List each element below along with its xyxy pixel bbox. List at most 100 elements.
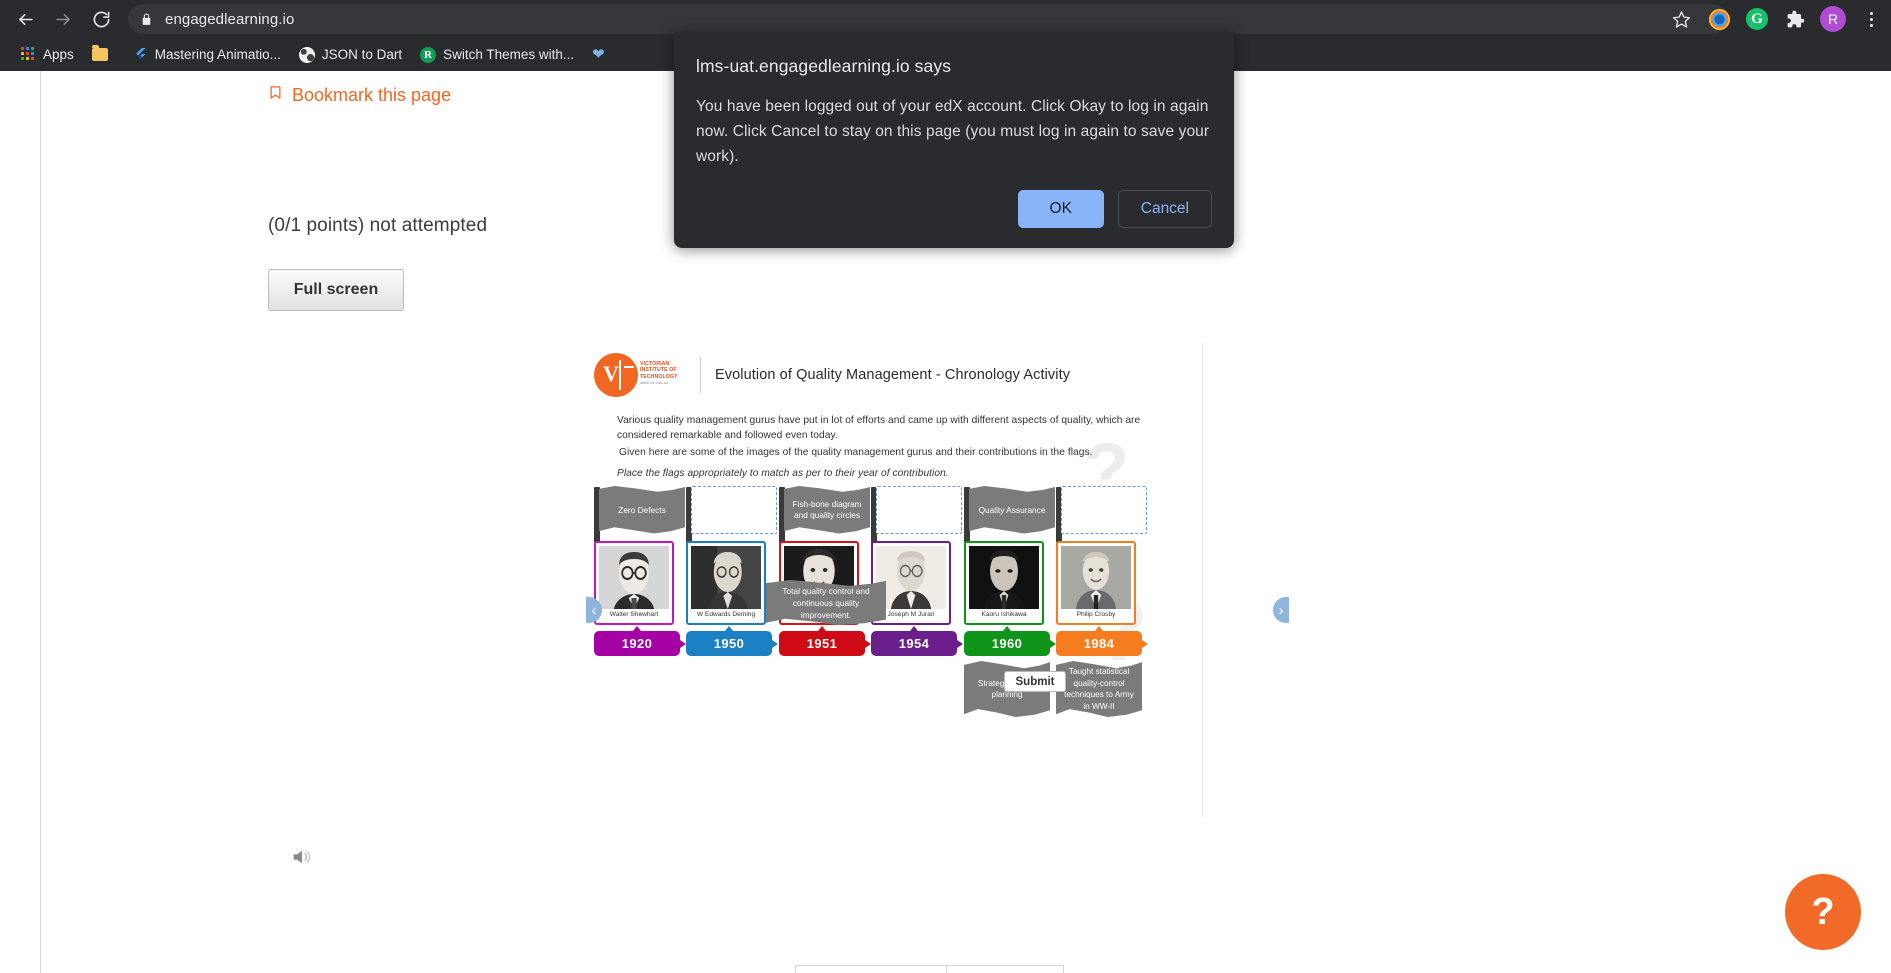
avatar[interactable]: R bbox=[1819, 5, 1847, 33]
year-badge-1920[interactable]: 1920 bbox=[594, 626, 686, 656]
navigation-buttons bbox=[0, 2, 118, 36]
chevron-left-icon: ‹ bbox=[591, 601, 597, 619]
year-label: 1984 bbox=[1083, 636, 1115, 651]
r-circle-icon: R bbox=[420, 46, 437, 63]
answer-flag-taught-statistical[interactable]: Taught statistical quality-control techn… bbox=[1056, 661, 1142, 717]
guru-card-kaoru-ishikawa[interactable]: Kaoru Ishikawa bbox=[964, 541, 1044, 625]
help-question-mark-icon: ? bbox=[1811, 890, 1835, 933]
guru-portrait bbox=[969, 546, 1039, 609]
lock-icon bbox=[140, 13, 153, 26]
guru-name: W Edwards Deming bbox=[696, 611, 756, 618]
speaker-icon[interactable] bbox=[288, 846, 314, 873]
dialog-title: lms-uat.engagedlearning.io says bbox=[696, 56, 952, 76]
flag-slot-3[interactable]: Fish-bone diagram and quality circles bbox=[779, 486, 871, 544]
vit-logo: V bbox=[594, 353, 638, 397]
heart-icon: ❤ bbox=[592, 46, 605, 63]
vit-logo-line: www.vit.edu.au bbox=[640, 380, 669, 386]
carousel-next-arrow[interactable]: › bbox=[1273, 597, 1289, 623]
bookmark-label: Switch Themes with... bbox=[443, 47, 575, 62]
guru-name: Kaoru Ishikawa bbox=[981, 611, 1027, 618]
submit-button[interactable]: Submit bbox=[1004, 671, 1066, 692]
bookmark-label: Mastering Animatio... bbox=[154, 47, 281, 62]
year-label: 1951 bbox=[806, 636, 838, 651]
flag-slot-4-dropzone[interactable] bbox=[871, 486, 963, 544]
dialog-actions: OK Cancel bbox=[1017, 190, 1212, 228]
puzzle-piece-icon[interactable] bbox=[1781, 5, 1809, 33]
guru-portrait bbox=[876, 546, 946, 609]
full-screen-button[interactable]: Full screen bbox=[268, 269, 404, 311]
flag-text: Zero Defects bbox=[599, 486, 685, 534]
answer-flags-row: Strategic quality planning Taught statis… bbox=[594, 661, 1194, 721]
flag-text[interactable] bbox=[1061, 486, 1147, 534]
guru-card-walter-shewhart[interactable]: Walter Shewhart bbox=[594, 541, 674, 625]
flag-slot-2-dropzone[interactable] bbox=[686, 486, 778, 544]
guru-card-w-edwards-deming[interactable]: W Edwards Deming bbox=[686, 541, 766, 625]
kebab-menu-icon[interactable] bbox=[1857, 5, 1885, 33]
star-icon[interactable] bbox=[1667, 5, 1695, 33]
reload-icon[interactable] bbox=[84, 2, 118, 36]
guru-name: Joseph M Juran bbox=[887, 611, 935, 618]
year-label: 1920 bbox=[621, 636, 653, 651]
flag-text: Fish-bone diagram and quality circles bbox=[784, 486, 870, 534]
flag-slot-6-dropzone[interactable] bbox=[1056, 486, 1148, 544]
bookmark-flag-icon bbox=[268, 83, 283, 107]
activity-instruction: Place the flags appropriately to match a… bbox=[617, 468, 949, 479]
flag-text[interactable] bbox=[691, 486, 777, 534]
back-arrow-icon[interactable] bbox=[8, 2, 42, 36]
year-badge-1951[interactable]: 1951 bbox=[779, 626, 871, 656]
guru-name: Walter Shewhart bbox=[609, 611, 659, 618]
help-button[interactable]: ? bbox=[1785, 874, 1861, 950]
content-left-divider bbox=[40, 71, 41, 973]
activity-iframe: ? ? ? V VICTORIAN INSTITUTE OF TECHNOLOG… bbox=[586, 343, 1202, 817]
submit-label: Submit bbox=[1015, 675, 1055, 688]
forward-arrow-icon[interactable] bbox=[46, 2, 80, 36]
guru-portrait bbox=[599, 546, 669, 609]
javascript-alert-dialog: lms-uat.engagedlearning.io says You have… bbox=[674, 32, 1234, 248]
bookmark-label: Apps bbox=[43, 47, 74, 62]
grammarly-icon[interactable]: G bbox=[1743, 5, 1771, 33]
bookmark-item-json-to-dart[interactable]: JSON to Dart bbox=[290, 43, 411, 67]
previous-button[interactable]: ❮ Previous bbox=[795, 965, 948, 973]
grammarly-letter: G bbox=[1746, 8, 1768, 30]
flutter-icon bbox=[133, 47, 148, 62]
activity-intro-paragraph-1: Various quality management gurus have pu… bbox=[617, 415, 1141, 441]
year-badge-1984[interactable]: 1984 bbox=[1056, 626, 1148, 656]
url-text: engagedlearning.io bbox=[165, 10, 295, 28]
activity-title: Evolution of Quality Management - Chrono… bbox=[715, 367, 1071, 383]
dialog-message: You have been logged out of your edX acc… bbox=[696, 98, 1210, 165]
dragged-flag[interactable]: Total quality control and continuous qua… bbox=[766, 580, 886, 625]
year-label: 1960 bbox=[991, 636, 1023, 651]
flag-slots-row: Zero Defects Fish-bone diagram and quali… bbox=[594, 486, 1194, 544]
flag-slot-1[interactable]: Zero Defects bbox=[594, 486, 686, 544]
bookmark-item-apps[interactable]: Apps bbox=[12, 43, 83, 66]
address-bar[interactable]: engagedlearning.io bbox=[128, 4, 1728, 34]
ok-button[interactable]: OK bbox=[1017, 190, 1104, 228]
activity-right-edge bbox=[1202, 343, 1203, 817]
year-badges-row: 1920 1950 1951 1954 1960 1984 bbox=[594, 626, 1194, 657]
flag-slot-5[interactable]: Quality Assurance bbox=[964, 486, 1056, 544]
next-button[interactable]: Next ❯ bbox=[947, 965, 1064, 973]
flag-text: Quality Assurance bbox=[969, 486, 1055, 534]
bookmark-this-page-link[interactable]: Bookmark this page bbox=[268, 83, 451, 107]
bookmark-item-folder[interactable] bbox=[83, 44, 124, 65]
activity-intro-paragraph-2: Given here are some of the images of the… bbox=[619, 447, 1093, 458]
activity-header: V VICTORIAN INSTITUTE OF TECHNOLOGY www.… bbox=[594, 353, 1070, 397]
guru-name: Philip Crosby bbox=[1076, 611, 1116, 618]
guru-card-philip-crosby[interactable]: Philip Crosby bbox=[1056, 541, 1136, 625]
folder-icon bbox=[91, 45, 108, 61]
guru-portrait bbox=[1061, 546, 1131, 609]
flag-text[interactable] bbox=[876, 486, 962, 534]
cancel-button[interactable]: Cancel bbox=[1117, 190, 1212, 228]
bookmark-this-page-label: Bookmark this page bbox=[292, 84, 452, 105]
toolbar-actions: G R bbox=[1667, 0, 1885, 38]
year-badge-1950[interactable]: 1950 bbox=[686, 626, 778, 656]
points-status: (0/1 points) not attempted bbox=[268, 215, 488, 236]
bookmark-item-heart[interactable]: ❤ bbox=[583, 43, 614, 66]
bookmark-item-mastering-animation[interactable]: Mastering Animatio... bbox=[124, 43, 290, 66]
bookmark-item-switch-themes[interactable]: R Switch Themes with... bbox=[411, 43, 583, 67]
year-badge-1954[interactable]: 1954 bbox=[871, 626, 963, 656]
year-label: 1954 bbox=[898, 636, 930, 651]
year-badge-1960[interactable]: 1960 bbox=[964, 626, 1056, 656]
header-divider bbox=[700, 357, 701, 393]
extension-colorful-icon[interactable] bbox=[1705, 5, 1733, 33]
